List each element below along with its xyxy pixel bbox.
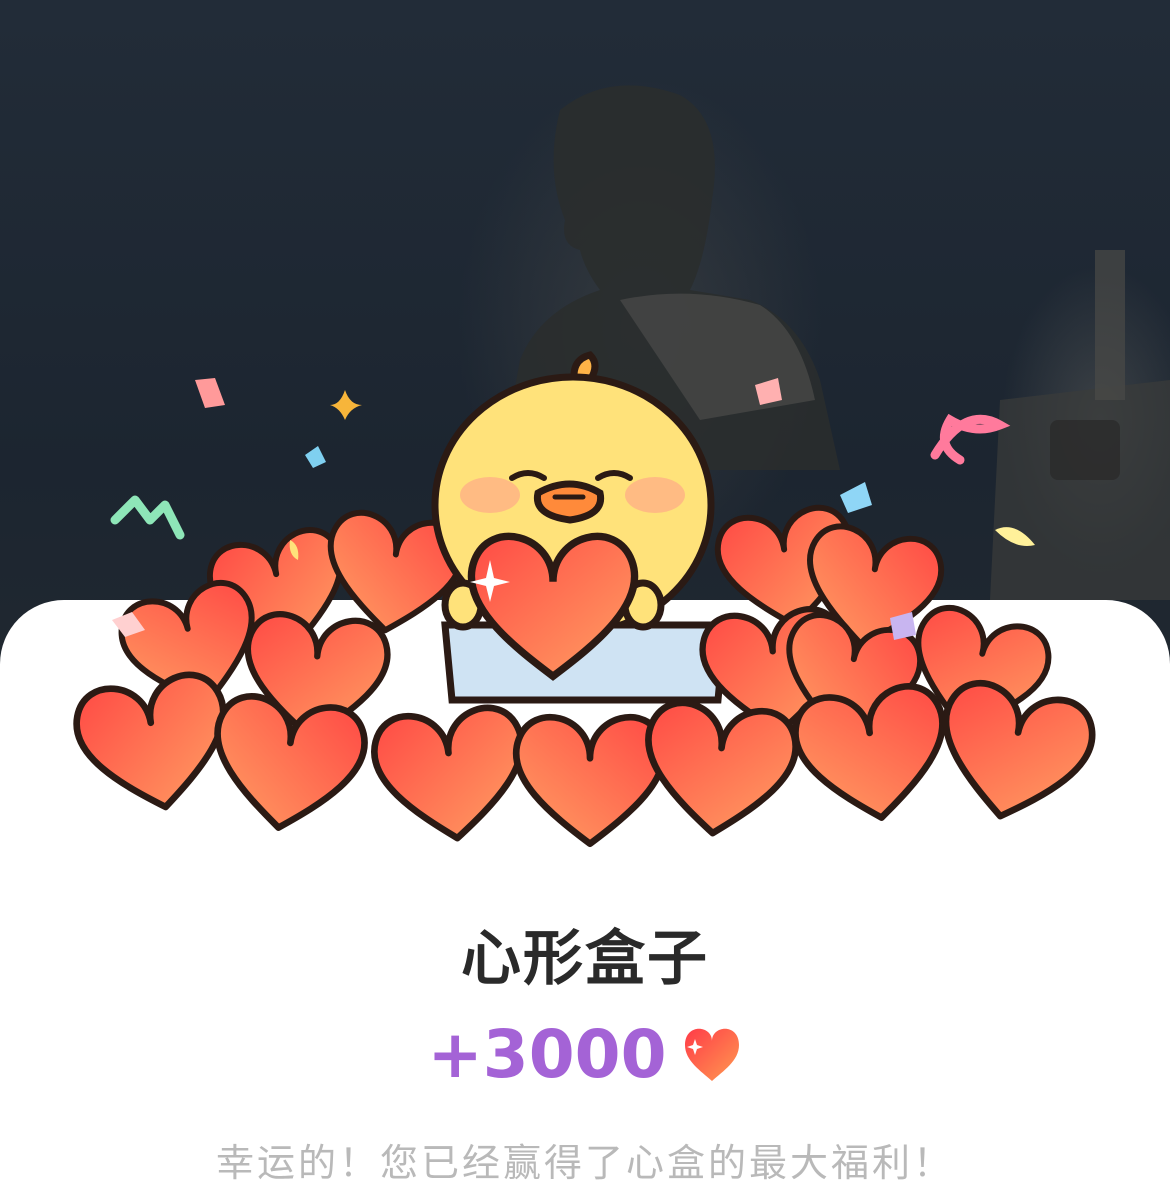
chick-mascot — [431, 351, 729, 704]
reward-amount: +3000 — [427, 1016, 667, 1093]
reward-amount-row: +3000 — [0, 1016, 1170, 1093]
heart-icon — [684, 1028, 739, 1081]
reward-message: 幸运的！您已经赢得了心盒的最大福利！ — [215, 1141, 954, 1185]
heart-pile-illustration — [0, 351, 1170, 880]
card-title: 心形盒子 — [461, 924, 709, 994]
